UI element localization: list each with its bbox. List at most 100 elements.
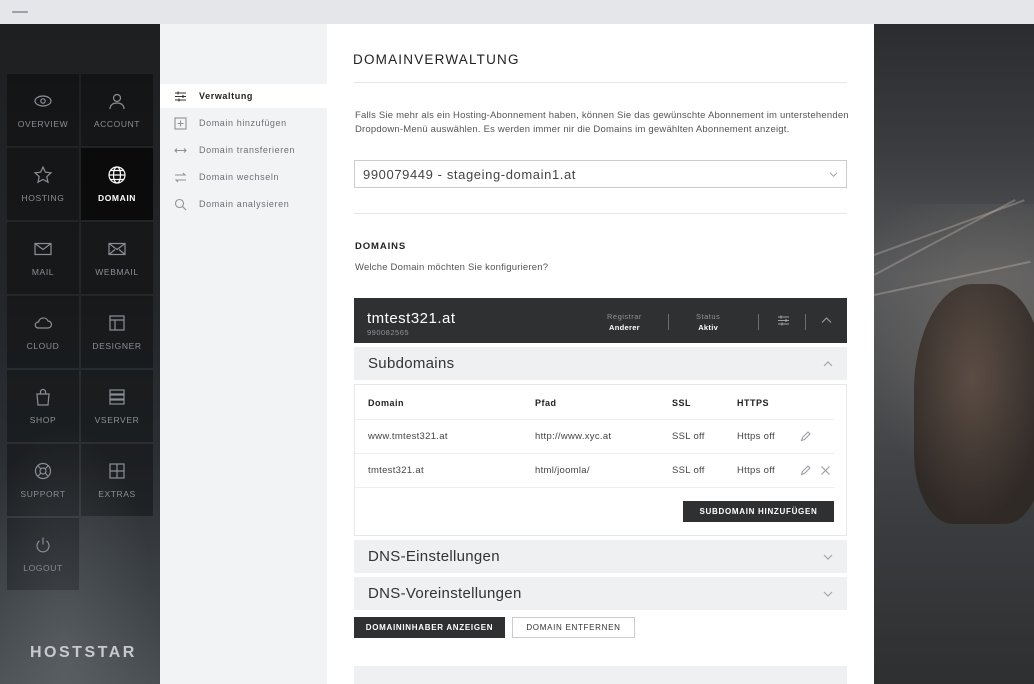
dns-settings-accordion[interactable]: DNS-Einstellungen (354, 540, 847, 573)
nav-tile-vserver[interactable]: VSERVER (81, 370, 153, 442)
open-envelope-icon (108, 242, 126, 256)
minimize-icon[interactable] (12, 11, 28, 13)
star-icon (33, 165, 53, 184)
status-info: Status Aktiv (696, 312, 720, 332)
domains-question: Welche Domain möchten Sie konfigurieren? (355, 262, 549, 273)
nav-tile-label: WEBMAIL (95, 267, 139, 277)
nav-tile-hosting[interactable]: HOSTING (7, 148, 79, 220)
chevron-down-icon (823, 554, 833, 560)
nav-tile-extras[interactable]: EXTRAS (81, 444, 153, 516)
nav-tile-label: CLOUD (26, 341, 60, 351)
subnav-item-label: Domain transferieren (199, 145, 296, 155)
intro-text: Falls Sie mehr als ein Hosting-Abonnemen… (355, 110, 849, 135)
subnav-item-label: Domain wechseln (199, 172, 280, 182)
subnav-item-label: Domain analysieren (199, 199, 290, 209)
domain-subnav: Verwaltung Domain hinzufügen Domain tran… (160, 24, 327, 684)
chevron-up-icon[interactable] (820, 314, 833, 327)
divider (805, 314, 806, 330)
nav-tile-mail[interactable]: MAIL (7, 222, 79, 294)
status-value: Aktiv (698, 323, 719, 332)
subscription-select[interactable]: 990079449 - stageing-domain1.at (354, 160, 847, 188)
nav-tile-label: LOGOUT (23, 563, 63, 573)
registrar-info: Registrar Anderer (607, 312, 642, 332)
domains-heading: DOMAINS (355, 241, 407, 252)
eye-icon (34, 95, 52, 107)
subdomains-accordion[interactable]: Subdomains (354, 347, 847, 380)
power-icon (36, 537, 50, 553)
chevron-up-icon (823, 361, 833, 367)
nav-tile-support[interactable]: SUPPORT (7, 444, 79, 516)
divider (355, 419, 835, 420)
dns-presets-title: DNS-Voreinstellungen (368, 585, 522, 602)
divider (355, 453, 835, 454)
subnav-item-domain-transferieren[interactable]: Domain transferieren (160, 138, 327, 162)
subnav-item-domain-hinzufuegen[interactable]: Domain hinzufügen (160, 111, 327, 135)
nav-tile-shop[interactable]: SHOP (7, 370, 79, 442)
server-icon (109, 389, 125, 405)
search-icon (174, 198, 187, 210)
row-ssl: SSL off (672, 431, 705, 442)
bag-icon (36, 388, 50, 406)
transfer-arrows-icon (174, 147, 187, 153)
envelope-icon (34, 242, 52, 256)
column-header-domain: Domain (368, 398, 405, 408)
row-ssl: SSL off (672, 465, 705, 476)
hoststar-logo[interactable]: HOSTSTAR (30, 644, 137, 662)
nav-tile-overview[interactable]: OVERVIEW (7, 74, 79, 146)
nav-tile-webmail[interactable]: WEBMAIL (81, 222, 153, 294)
page-title: DOMAINVERWALTUNG (353, 52, 520, 67)
column-header-ssl: SSL (672, 398, 692, 408)
plus-box-icon (174, 116, 187, 130)
show-domain-owner-button[interactable]: DOMAININHABER ANZEIGEN (354, 617, 505, 638)
nav-tile-designer[interactable]: DESIGNER (81, 296, 153, 368)
sliders-icon (175, 91, 186, 101)
layout-icon (109, 315, 125, 331)
nav-tile-label: HOSTING (21, 193, 65, 203)
subnav-item-domain-analysieren[interactable]: Domain analysieren (160, 192, 327, 216)
subscription-select-value: 990079449 - stageing-domain1.at (363, 166, 577, 182)
row-https: Https off (737, 431, 775, 442)
nav-tile-domain[interactable]: DOMAIN (81, 148, 153, 220)
nav-tile-cloud[interactable]: CLOUD (7, 296, 79, 368)
nav-tile-label: SUPPORT (20, 489, 66, 499)
cloud-icon (34, 317, 53, 329)
nav-tile-account[interactable]: ACCOUNT (81, 74, 153, 146)
subnav-item-label: Verwaltung (199, 91, 254, 101)
edit-pencil-icon[interactable] (800, 465, 811, 476)
chevron-down-icon (823, 591, 833, 597)
dns-presets-accordion[interactable]: DNS-Voreinstellungen (354, 577, 847, 610)
background-photo (874, 24, 1034, 684)
nav-tile-label: DOMAIN (97, 193, 137, 203)
window-titlebar (0, 0, 1034, 24)
subdomains-table: Domain Pfad SSL HTTPS www.tmtest321.at h… (354, 384, 847, 536)
switch-arrows-icon (174, 172, 187, 182)
nav-tile-label: DESIGNER (92, 341, 142, 351)
status-label: Status (696, 312, 721, 321)
divider (354, 82, 847, 83)
user-icon (109, 93, 125, 110)
globe-icon (108, 166, 126, 184)
nav-tile-label: SHOP (29, 415, 57, 425)
registrar-value: Anderer (609, 323, 640, 332)
row-https: Https off (737, 465, 775, 476)
edit-pencil-icon[interactable] (800, 431, 811, 442)
remove-domain-button[interactable]: DOMAIN ENTFERNEN (512, 617, 635, 638)
nav-tile-label: ACCOUNT (93, 119, 141, 129)
subnav-item-verwaltung[interactable]: Verwaltung (160, 84, 327, 108)
close-icon[interactable] (820, 465, 831, 476)
main-navigation-rail: OVERVIEW ACCOUNT HOSTING DOMAIN MAIL WEB… (0, 24, 160, 684)
row-path: html/joomla/ (535, 465, 590, 476)
column-header-pfad: Pfad (535, 398, 557, 408)
divider (354, 213, 847, 214)
nav-tile-logout[interactable]: LOGOUT (7, 518, 79, 590)
nav-tile-label: VSERVER (94, 415, 140, 425)
add-subdomain-button[interactable]: SUBDOMAIN HINZUFÜGEN (683, 501, 834, 522)
subnav-item-domain-wechseln[interactable]: Domain wechseln (160, 165, 327, 189)
divider (668, 314, 669, 330)
column-header-https: HTTPS (737, 398, 770, 408)
domain-header-bar[interactable]: tmtest321.at 990082565 Registrar Anderer… (354, 298, 847, 343)
row-path: http://www.xyc.at (535, 431, 612, 442)
divider (758, 314, 759, 330)
main-content: DOMAINVERWALTUNG Falls Sie mehr als ein … (327, 24, 874, 684)
sliders-icon[interactable] (777, 314, 790, 327)
